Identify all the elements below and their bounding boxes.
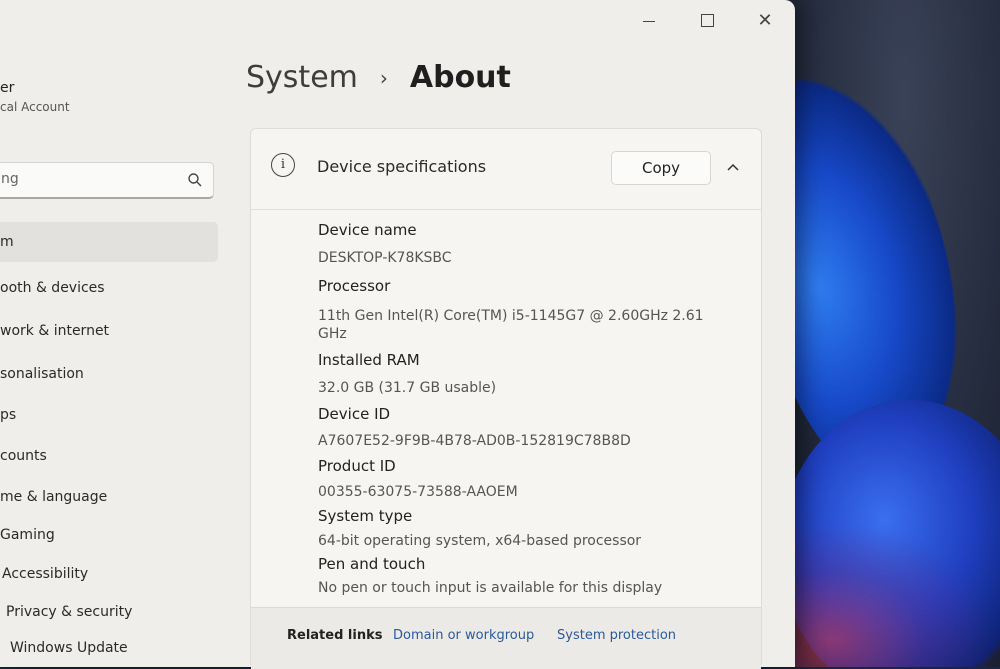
sidebar-item-system[interactable]: m — [0, 234, 14, 250]
spec-label-installed-ram: Installed RAM — [318, 351, 420, 369]
spec-value-pen-touch: No pen or touch input is available for t… — [318, 580, 663, 596]
breadcrumb-parent[interactable]: System — [246, 60, 358, 95]
spec-value-device-id: A7607E52-9F9B-4B78-AD0B-152819C78B8D — [318, 433, 631, 449]
related-links-title: Related links — [287, 628, 383, 643]
spec-label-system-type: System type — [318, 507, 413, 525]
sidebar-item-network-internet[interactable]: work & internet — [0, 323, 109, 339]
window-controls: ✕ — [637, 8, 777, 32]
device-specifications-card: i Device specifications Copy Device name… — [250, 128, 762, 669]
sidebar-item-gaming[interactable]: Gaming — [0, 527, 55, 543]
spec-value-device-name: DESKTOP-K78KSBC — [318, 250, 452, 266]
card-title: Device specifications — [317, 157, 487, 176]
sidebar-item-active-highlight — [0, 222, 218, 262]
info-icon: i — [271, 153, 295, 177]
settings-window: ✕ er cal Account ng m ooth & devices wor… — [0, 0, 795, 669]
sidebar-item-bluetooth-devices[interactable]: ooth & devices — [0, 280, 105, 296]
spec-label-pen-touch: Pen and touch — [318, 555, 426, 573]
card-header[interactable]: i Device specifications Copy — [251, 129, 761, 210]
maximize-button[interactable] — [695, 8, 719, 32]
sidebar-item-apps[interactable]: ps — [0, 407, 16, 423]
search-input[interactable]: ng — [0, 162, 214, 199]
breadcrumb: System › About — [246, 60, 511, 95]
minimize-icon — [643, 20, 655, 22]
sidebar-item-accounts[interactable]: counts — [0, 448, 47, 464]
search-text: ng — [1, 171, 19, 187]
sidebar-item-personalisation[interactable]: sonalisation — [0, 366, 84, 382]
close-button[interactable]: ✕ — [753, 8, 777, 32]
search-icon — [188, 173, 202, 187]
close-icon: ✕ — [757, 9, 773, 31]
maximize-icon — [700, 13, 714, 27]
chevron-right-icon: › — [379, 65, 388, 90]
page-title: About — [409, 60, 511, 95]
sidebar-item-privacy-security[interactable]: Privacy & security — [6, 604, 132, 620]
spec-value-product-id: 00355-63075-73588-AAOEM — [318, 484, 518, 500]
spec-label-device-name: Device name — [318, 221, 417, 239]
spec-value-installed-ram: 32.0 GB (31.7 GB usable) — [318, 380, 497, 396]
chevron-up-icon[interactable] — [725, 159, 741, 175]
spec-value-system-type: 64-bit operating system, x64-based proce… — [318, 533, 642, 549]
spec-label-processor: Processor — [318, 277, 391, 295]
user-account-type: cal Account — [0, 100, 70, 114]
sidebar-item-time-language[interactable]: me & language — [0, 489, 107, 505]
sidebar-item-accessibility[interactable]: Accessibility — [2, 566, 88, 582]
minimize-button[interactable] — [637, 8, 661, 32]
related-links: Related links Domain or workgroup System… — [251, 607, 761, 669]
link-domain-workgroup[interactable]: Domain or workgroup — [393, 628, 534, 643]
link-system-protection[interactable]: System protection — [557, 628, 676, 643]
spec-label-product-id: Product ID — [318, 457, 396, 475]
spec-value-processor: 11th Gen Intel(R) Core(TM) i5-1145G7 @ 2… — [318, 308, 704, 342]
desktop-wallpaper — [760, 0, 1000, 667]
wallpaper-glow — [760, 520, 1000, 667]
spec-label-device-id: Device ID — [318, 405, 391, 423]
sidebar-item-windows-update[interactable]: Windows Update — [10, 640, 128, 656]
copy-button[interactable]: Copy — [611, 151, 711, 185]
user-name: er — [0, 80, 15, 96]
